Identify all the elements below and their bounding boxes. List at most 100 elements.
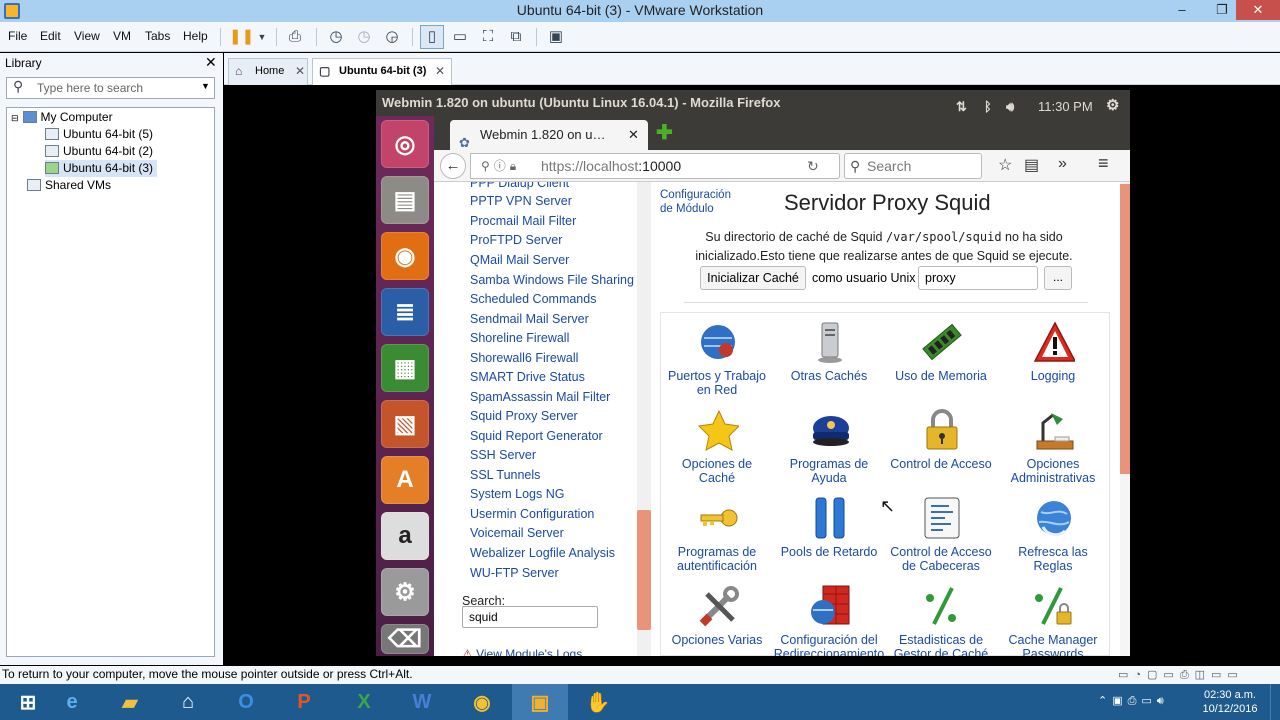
icon-access-control[interactable]: Control de Acceso [885, 409, 997, 497]
amazon-icon[interactable]: a [381, 512, 429, 560]
icon-logging[interactable]: Logging [997, 321, 1109, 409]
icon-cache-options[interactable]: Opciones de Caché [661, 409, 773, 497]
unity-icon[interactable]: ⧉ [504, 25, 528, 49]
menu-tabs[interactable]: Tabs [145, 29, 170, 43]
ubuntu-dash-icon[interactable]: ◎ [381, 120, 429, 168]
reading-list-icon[interactable]: ▤ [1024, 155, 1039, 175]
show-desktop-button[interactable] [1270, 684, 1280, 720]
menu-file[interactable]: File [8, 29, 27, 43]
module-link[interactable]: Squid Report Generator [470, 429, 603, 443]
module-link[interactable]: Usermin Configuration [470, 507, 594, 521]
word-icon[interactable]: W [394, 684, 450, 720]
tab-ubuntu-3[interactable]: ▢ Ubuntu 64-bit (3) ✕ [312, 58, 452, 85]
trash-icon[interactable]: ⌫ [381, 624, 429, 654]
overflow-icon[interactable]: » [1058, 155, 1067, 173]
menu-vm[interactable]: VM [113, 29, 131, 43]
chrome-icon[interactable]: ◉ [454, 684, 510, 720]
close-icon[interactable]: ✕ [205, 54, 217, 71]
icon-memory-usage[interactable]: Uso de Memoria [885, 321, 997, 409]
icon-redirect-config[interactable]: Configuración del Redireccionamiento [773, 585, 885, 656]
tree-item-vm[interactable]: Ubuntu 64-bit (2) [45, 143, 153, 160]
hamburger-menu-icon[interactable]: ≡ [1098, 153, 1109, 174]
excel-icon[interactable]: X [336, 684, 392, 720]
files-icon[interactable]: ▤ [381, 176, 429, 224]
device-status-icons[interactable]: ▭◔▢▭⎙◫▭▭ [1118, 667, 1244, 684]
icon-delay-pools[interactable]: Pools de Retardo [773, 497, 885, 585]
module-link[interactable]: ProFTPD Server [470, 233, 562, 247]
icon-misc-options[interactable]: Opciones Varias [661, 585, 773, 656]
calc-icon[interactable]: ▦ [381, 344, 429, 392]
module-link[interactable]: SpamAssassin Mail Filter [470, 390, 610, 404]
snapshot-icon[interactable]: ◷ [324, 25, 348, 49]
module-link[interactable]: System Logs NG [470, 487, 564, 501]
icon-auth-programs[interactable]: Programas de autentificación [661, 497, 773, 585]
tree-item-vm[interactable]: Ubuntu 64-bit (5) [45, 126, 153, 143]
module-link[interactable]: Scheduled Commands [470, 292, 596, 306]
home-icon[interactable]: ⌂ [160, 684, 216, 720]
tab-home[interactable]: ⌂ Home ✕ [228, 58, 308, 85]
icon-other-caches[interactable]: Otras Cachés [773, 321, 885, 409]
site-identity-icon[interactable]: ⚲ⓘ🔒︎ [481, 154, 520, 178]
restore-icon[interactable]: ❐ [1208, 0, 1236, 20]
tree-item-my-computer[interactable]: ⊟ My Computer [11, 109, 113, 126]
module-link[interactable]: QMail Mail Server [470, 253, 569, 267]
tree-item-shared-vms[interactable]: Shared VMs [27, 177, 111, 194]
icon-refresh-rules[interactable]: Refresca las Reglas [997, 497, 1109, 585]
new-tab-icon[interactable]: ✚ [656, 120, 673, 145]
module-link[interactable]: WU-FTP Server [470, 566, 559, 580]
send-ctrl-alt-del-icon[interactable]: ⎙ [283, 25, 307, 49]
scrollbar-thumb[interactable] [1120, 184, 1130, 474]
thumbnail-bar-icon[interactable]: ▭ [448, 25, 472, 49]
full-screen-icon[interactable]: ⛶ [476, 25, 500, 49]
library-search-input[interactable]: ⚲ Type here to search ▼ [6, 77, 215, 99]
menu-help[interactable]: Help [183, 29, 208, 43]
collapse-icon[interactable]: ⊟ [11, 113, 19, 123]
page-scrollbar[interactable] [1120, 182, 1130, 656]
console-view-icon[interactable]: ▣ [544, 25, 568, 49]
icon-cache-manager-passwords[interactable]: Cache Manager Passwords [997, 585, 1109, 656]
module-link[interactable]: SSL Tunnels [470, 468, 540, 482]
module-link[interactable]: Shoreline Firewall [470, 331, 569, 345]
system-tray-icons[interactable]: ⌃▣⎙▭🔊︎ [1098, 694, 1169, 708]
module-link[interactable]: SSH Server [470, 448, 536, 462]
app-icon[interactable]: ✋ [570, 684, 626, 720]
firefox-icon[interactable]: ◉ [381, 232, 429, 280]
internet-explorer-icon[interactable]: e [44, 684, 100, 720]
impress-icon[interactable]: ▧ [381, 400, 429, 448]
minimize-icon[interactable]: – [1168, 0, 1196, 20]
file-explorer-icon[interactable]: ▰ [102, 684, 158, 720]
menu-view[interactable]: View [74, 29, 100, 43]
module-search-input[interactable]: squid [462, 606, 598, 628]
module-config-link[interactable]: Configuración de Módulo [660, 188, 731, 216]
module-link[interactable]: SMART Drive Status [470, 370, 585, 384]
scrollbar-thumb[interactable] [637, 510, 651, 630]
show-library-icon[interactable]: ▯ [420, 25, 444, 49]
close-icon[interactable]: ✕ [435, 59, 445, 84]
revert-snapshot-icon[interactable]: ◷ [352, 25, 376, 49]
user-chooser-button[interactable]: ... [1044, 266, 1072, 290]
icon-ports-networking[interactable]: Puertos y Trabajo en Red [661, 321, 773, 409]
module-link[interactable]: Voicemail Server [470, 526, 564, 540]
reload-icon[interactable]: ↻ [807, 154, 819, 178]
snapshot-manager-icon[interactable]: ◶ [380, 25, 404, 49]
software-center-icon[interactable]: A [381, 456, 429, 504]
guest-screen[interactable]: Webmin 1.820 on ubuntu (Ubuntu Linux 16.… [376, 90, 1130, 656]
chevron-down-icon[interactable]: ▼ [250, 25, 274, 49]
back-icon[interactable]: ← [440, 153, 466, 179]
close-icon[interactable]: ✕ [628, 120, 639, 150]
module-link[interactable]: Procmail Mail Filter [470, 214, 576, 228]
chevron-down-icon[interactable]: ▼ [201, 81, 210, 91]
icon-header-access-control[interactable]: Control de Acceso de Cabeceras [885, 497, 997, 585]
icon-cache-stats[interactable]: Estadisticas de Gestor de Caché [885, 585, 997, 656]
menu-edit[interactable]: Edit [40, 29, 61, 43]
init-cache-button[interactable]: Inicializar Caché [700, 266, 806, 290]
browser-tab[interactable]: ✿ Webmin 1.820 on u… ✕ [450, 120, 648, 150]
module-link[interactable]: PPP Dialup Client [470, 182, 569, 190]
view-logs-link[interactable]: ⚠ View Module's Logs [462, 647, 582, 656]
pause-icon[interactable]: ❚❚ [228, 25, 254, 49]
module-link[interactable]: Shorewall6 Firewall [470, 351, 578, 365]
taskbar-clock[interactable]: 02:30 a.m. 10/12/2016 [1198, 688, 1262, 716]
search-input[interactable]: ⚲ Search [844, 153, 982, 179]
close-icon[interactable]: ✕ [295, 59, 305, 84]
bookmark-star-icon[interactable]: ☆ [998, 155, 1012, 175]
